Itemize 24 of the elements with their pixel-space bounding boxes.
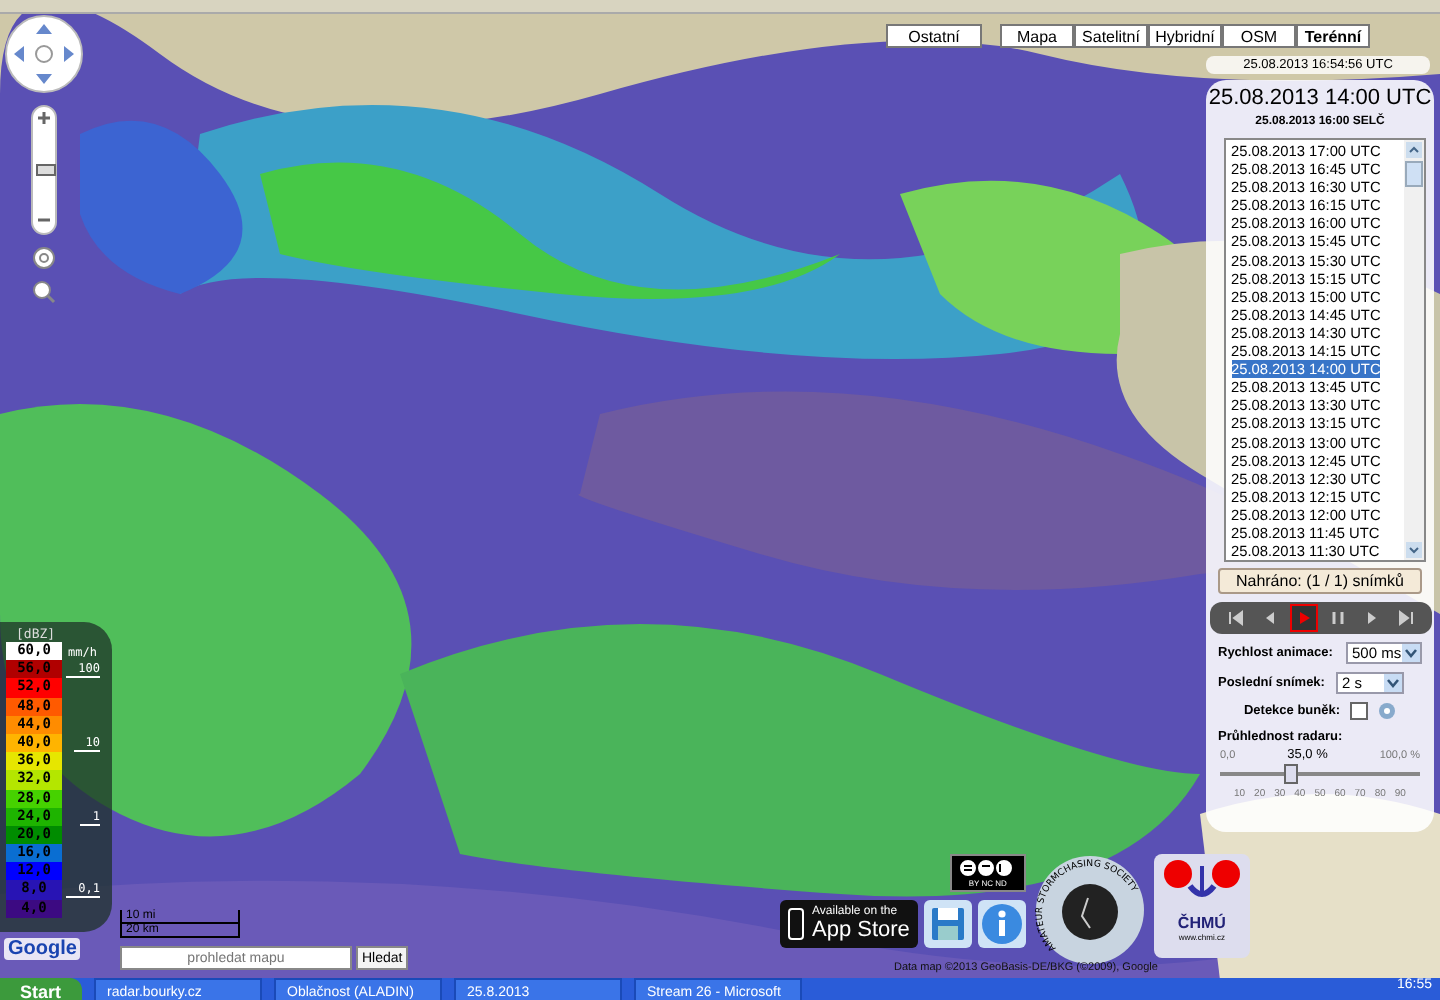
google-logo: Google [4,938,81,960]
play-icon[interactable] [1289,604,1317,632]
loaded-frames-button[interactable]: Nahráno: (1 / 1) snímků [1218,568,1422,594]
map-type-button[interactable]: OSM [1222,24,1296,48]
phone-icon [788,908,804,940]
scrollbar[interactable] [1403,140,1423,560]
slider-thumb[interactable] [1284,764,1298,784]
map-type-button[interactable]: Mapa [1000,24,1074,48]
map-type-button[interactable]: Hybridní [1148,24,1222,48]
save-icon[interactable] [923,900,972,948]
start-button[interactable]: Start [0,978,82,1000]
pan-control[interactable] [4,14,84,94]
panel-title: 25.08.2013 14:00 UTC [1208,86,1432,110]
map-type-button[interactable]: Terénní [1296,24,1370,48]
info-icon[interactable] [977,900,1026,948]
zoom-icon[interactable] [32,280,56,304]
time-listbox[interactable] [1223,138,1425,562]
caret-icon [1384,674,1402,692]
checkbox[interactable] [1350,702,1369,720]
caret-icon [1402,644,1420,662]
zoom-slider-thumb[interactable] [36,164,56,177]
zoom-slider[interactable] [30,104,58,236]
map-type-button[interactable]: Ostatní [886,24,982,48]
map-type-button[interactable]: Satelitní [1074,24,1148,48]
